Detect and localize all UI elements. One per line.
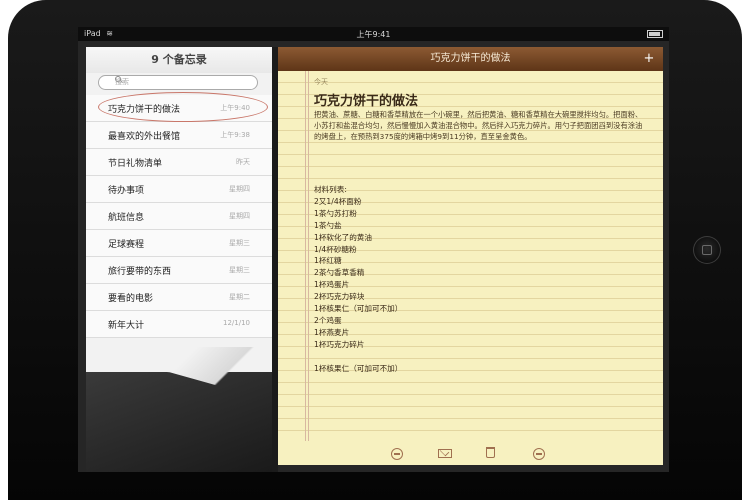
battery-indicator — [647, 29, 663, 38]
note-title: 新年大计 — [108, 321, 145, 331]
home-button[interactable] — [693, 236, 721, 264]
ingredient-line: 1杯红糖 — [314, 256, 342, 266]
ingredient-line: 1茶勺盐 — [314, 220, 342, 230]
note-date: 星期二 — [229, 293, 250, 301]
ingredients-list[interactable]: 材料列表: 2又1/4杯面粉 1茶勺苏打粉 1茶勺盐 1杯软化了的黄油 1/4杯… — [314, 184, 402, 375]
note-list-item[interactable]: 巧克力饼干的做法 上午9:40 — [86, 92, 272, 122]
note-list: 巧克力饼干的做法 上午9:40 最喜欢的外出餐馆 上午9:38 节日礼物清单 昨… — [86, 92, 272, 338]
ingredient-line: 2茶勺香草香精 — [314, 268, 365, 278]
note-body-text[interactable]: 把黄油、蔗糖、白糖和香草精放在一个小碗里，然后把黄油、糖和香草精在大碗里搅拌均匀… — [314, 109, 644, 142]
battery-icon — [647, 29, 663, 38]
note-title: 足球赛程 — [108, 240, 145, 250]
margin-line — [308, 71, 309, 465]
note-list-item[interactable]: 新年大计 12/1/10 — [86, 311, 272, 338]
ingredient-line: 2个鸡蛋 — [314, 315, 342, 325]
note-date: 上午9:40 — [220, 104, 250, 112]
previous-note-button[interactable] — [390, 447, 404, 461]
note-list-item[interactable]: 待办事项 星期四 — [86, 176, 272, 203]
ingredient-line: 1/4杯砂糖粉 — [314, 244, 357, 254]
note-title: 航班信息 — [108, 213, 145, 223]
note-title: 旅行要带的东西 — [108, 267, 172, 277]
ingredient-line: 1茶勺苏打粉 — [314, 208, 357, 218]
previous-arrow-icon — [391, 448, 403, 460]
notes-count-title: 9 个备忘录 — [86, 47, 272, 73]
note-heading[interactable]: 巧克力饼干的做法 — [314, 90, 418, 109]
ingredients-title: 材料列表: — [314, 185, 347, 194]
status-bar: iPad ≋ 上午9:41 — [78, 27, 669, 41]
ingredient-line: 1杯巧克力碎片 — [314, 339, 365, 349]
ingredient-line — [314, 351, 402, 363]
note-list-item[interactable]: 航班信息 星期四 — [86, 203, 272, 230]
note-detail-pane: 巧克力饼干的做法 + 今天 巧克力饼干的做法 把黄油、蔗糖、白糖和香草精放在一个… — [278, 47, 663, 465]
note-list-item[interactable]: 足球赛程 星期三 — [86, 230, 272, 257]
note-date: 昨天 — [236, 158, 250, 166]
bottom-toolbar — [278, 441, 663, 465]
note-title: 节日礼物清单 — [108, 159, 163, 169]
note-date: 星期四 — [229, 185, 250, 193]
next-note-button[interactable] — [532, 447, 546, 461]
note-title: 要看的电影 — [108, 294, 154, 304]
ingredient-line: 1杯软化了的黄油 — [314, 232, 372, 242]
note-date: 上午9:38 — [220, 131, 250, 139]
search-input[interactable]: 搜索 — [98, 75, 258, 90]
delete-note-button[interactable] — [484, 447, 498, 461]
detail-title: 巧克力饼干的做法 — [430, 53, 511, 64]
ingredient-line: 1杯核果仁（可加可不加） — [314, 304, 403, 314]
note-date-label: 今天 — [314, 78, 328, 86]
note-list-item[interactable]: 要看的电影 星期二 — [86, 284, 272, 311]
next-arrow-icon — [533, 448, 545, 460]
note-date: 星期三 — [229, 266, 250, 274]
margin-line — [305, 71, 306, 465]
ingredient-line: 1杯核果仁（可加可不加） — [314, 363, 403, 373]
add-note-button[interactable]: + — [641, 51, 657, 67]
note-title: 待办事项 — [108, 186, 145, 196]
ingredient-line: 2又1/4杯面粉 — [314, 196, 362, 206]
detail-toolbar: 巧克力饼干的做法 + — [278, 47, 663, 71]
ingredient-line: 1杯燕麦片 — [314, 327, 350, 337]
note-list-item[interactable]: 节日礼物清单 昨天 — [86, 149, 272, 176]
note-title: 巧克力饼干的做法 — [108, 105, 181, 115]
note-date: 12/1/10 — [223, 319, 250, 327]
trash-icon — [486, 447, 495, 458]
note-list-item[interactable]: 旅行要带的东西 星期三 — [86, 257, 272, 284]
mail-icon — [438, 449, 452, 458]
ingredient-line: 1杯鸡蛋片 — [314, 280, 350, 290]
note-date: 星期三 — [229, 239, 250, 247]
note-list-item[interactable]: 最喜欢的外出餐馆 上午9:38 — [86, 122, 272, 149]
note-title: 最喜欢的外出餐馆 — [108, 132, 181, 142]
notes-list-pane: 9 个备忘录 搜索 巧克力饼干的做法 上午9:40 最喜欢的外出餐馆 上午9:3… — [86, 47, 272, 472]
ipad-screen: iPad ≋ 上午9:41 9 个备忘录 搜索 巧克力饼干的做法 上午9:40 … — [78, 27, 669, 472]
search-placeholder: 搜索 — [115, 78, 129, 86]
note-date: 星期四 — [229, 212, 250, 220]
status-time: 上午9:41 — [356, 30, 391, 39]
ingredient-line: 2杯巧克力碎块 — [314, 292, 365, 302]
email-note-button[interactable] — [438, 447, 452, 461]
